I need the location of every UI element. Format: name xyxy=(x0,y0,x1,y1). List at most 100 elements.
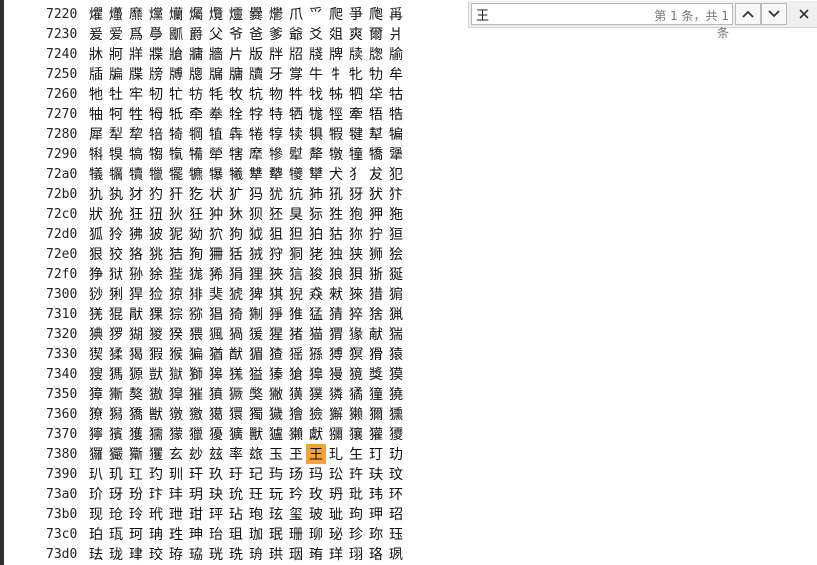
character-glyph: 牶 xyxy=(209,107,223,123)
character-glyph: 爽 xyxy=(349,27,363,43)
character-glyph: 狑 xyxy=(109,227,123,243)
character-glyph: 猡 xyxy=(109,327,123,343)
character-glyph: 犣 xyxy=(149,167,163,183)
character-glyph: 牠 xyxy=(89,87,103,103)
character-glyph: 獘 xyxy=(249,387,263,403)
character-glyph: 猬 xyxy=(329,327,343,343)
character-glyph: 犥 xyxy=(189,167,203,183)
code-point-label: 7330 xyxy=(46,346,78,362)
table-row: 7220 爠爡爢爣爤爥爦爧爨爩爪爫爬爭爮爯 xyxy=(46,4,406,24)
character-glyph: 特 xyxy=(269,107,283,123)
character-glyph: 猨 xyxy=(249,327,263,343)
character-glyph: 牆 xyxy=(209,47,223,63)
character-glyph: 牴 xyxy=(169,107,183,123)
character-glyph: 牼 xyxy=(329,107,343,123)
character-glyph: 犮 xyxy=(369,167,383,183)
character-glyph: 牖 xyxy=(209,67,223,83)
find-next-button[interactable] xyxy=(761,3,787,25)
character-glyph: 爠 xyxy=(89,7,103,23)
character-glyph: 犕 xyxy=(189,147,203,163)
character-glyph: 珔 xyxy=(169,547,183,563)
character-glyph: 獑 xyxy=(109,387,123,403)
character-glyph: 爿 xyxy=(389,27,403,43)
character-glyph: 犻 xyxy=(309,187,323,203)
character-glyph: 玕 xyxy=(189,467,203,483)
character-glyph: 独 xyxy=(329,247,343,263)
character-glyph: 牃 xyxy=(149,47,163,63)
character-glyph: 爫 xyxy=(309,7,323,23)
character-glyph: 犊 xyxy=(289,127,303,143)
character-glyph: 猧 xyxy=(229,327,243,343)
code-point-label: 7360 xyxy=(46,406,78,422)
character-glyph: 玩 xyxy=(269,487,283,503)
character-glyph: 珉 xyxy=(269,527,283,543)
character-glyph: 犡 xyxy=(109,167,123,183)
character-glyph: 犺 xyxy=(289,187,303,203)
character-glyph: 犚 xyxy=(289,147,303,163)
character-glyph: 獶 xyxy=(209,427,223,443)
character-glyph: 牌 xyxy=(329,47,343,63)
character-glyph: 猸 xyxy=(249,347,263,363)
find-bar: 第 1 条，共 1 条 xyxy=(468,1,817,40)
character-glyph: 玈 xyxy=(249,447,263,463)
chevron-down-icon xyxy=(768,10,780,18)
character-glyph: 珗 xyxy=(229,547,243,563)
character-glyph: 狀 xyxy=(89,207,103,223)
character-glyph: 狄 xyxy=(169,207,183,223)
character-glyph: 猢 xyxy=(129,327,143,343)
character-glyph: 獉 xyxy=(269,367,283,383)
find-previous-button[interactable] xyxy=(735,3,761,25)
character-glyph: 猛 xyxy=(309,307,323,323)
table-row: 7330 猰猱猲猳猴猵猶猷猸猹猺猻猼猽猾猿 xyxy=(46,344,406,364)
character-glyph: 玲 xyxy=(129,507,143,523)
character-glyph: 珃 xyxy=(149,527,163,543)
table-row: 7340 獀獁獂獃獄獅獆獇獈獉獊獋獌獍獎獏 xyxy=(46,364,406,384)
character-glyph: 猥 xyxy=(189,327,203,343)
character-glyph: 獯 xyxy=(389,407,403,423)
character-glyph: 玂 xyxy=(129,447,143,463)
character-glyph: 版 xyxy=(249,47,263,63)
character-glyph: 玄 xyxy=(169,447,183,463)
close-find-button[interactable] xyxy=(793,3,815,25)
character-glyph: 爭 xyxy=(349,7,363,23)
character-glyph: 猺 xyxy=(289,347,303,363)
character-glyph: 犌 xyxy=(329,127,343,143)
character-glyph: 獆 xyxy=(209,367,223,383)
character-glyph: 犝 xyxy=(349,147,363,163)
character-glyph: 狽 xyxy=(349,267,363,283)
character-glyph: 玦 xyxy=(209,487,223,503)
character-glyph: 犅 xyxy=(189,127,203,143)
character-glyph: 獂 xyxy=(129,367,143,383)
character-glyph: 猽 xyxy=(349,347,363,363)
character-glyph: 犬 xyxy=(329,167,343,183)
character-glyph: 犜 xyxy=(329,147,343,163)
character-glyph: 牺 xyxy=(289,107,303,123)
character-glyph: 狚 xyxy=(289,227,303,243)
character-glyph: 牓 xyxy=(149,67,163,83)
table-row: 7280 犀犁犂犃犄犅犆犇犈犉犊犋犌犍犎犏 xyxy=(46,124,406,144)
character-glyph: 犇 xyxy=(229,127,243,143)
character-glyph: 犏 xyxy=(389,127,403,143)
character-glyph: 牪 xyxy=(289,87,303,103)
match-count: 第 1 条，共 1 条 xyxy=(654,9,729,40)
character-glyph: 獴 xyxy=(169,427,183,443)
character-glyph: 珆 xyxy=(209,527,223,543)
code-point-label: 72b0 xyxy=(46,186,78,202)
character-glyph: 猍 xyxy=(349,287,363,303)
character-glyph: 獭 xyxy=(349,407,363,423)
character-glyph: 爤 xyxy=(169,7,183,23)
character-glyph: 猼 xyxy=(329,347,343,363)
character-glyph: 犨 xyxy=(249,167,263,183)
character-glyph: 獧 xyxy=(229,407,243,423)
code-point-label: 72f0 xyxy=(46,266,78,282)
character-glyph: 狇 xyxy=(229,207,243,223)
character-glyph: 狧 xyxy=(229,247,243,263)
character-glyph: 犆 xyxy=(209,127,223,143)
character-glyph: 猑 xyxy=(109,307,123,323)
character-glyph: 犤 xyxy=(169,167,183,183)
character-glyph: 玬 xyxy=(329,487,343,503)
character-glyph: 爨 xyxy=(249,7,263,23)
table-row: 7350 獐獑獒獓獔獕獖獗獘獙獚獛獜獝獞獟 xyxy=(46,384,406,404)
character-glyph: 猎 xyxy=(369,287,383,303)
character-glyph: 猚 xyxy=(289,307,303,323)
